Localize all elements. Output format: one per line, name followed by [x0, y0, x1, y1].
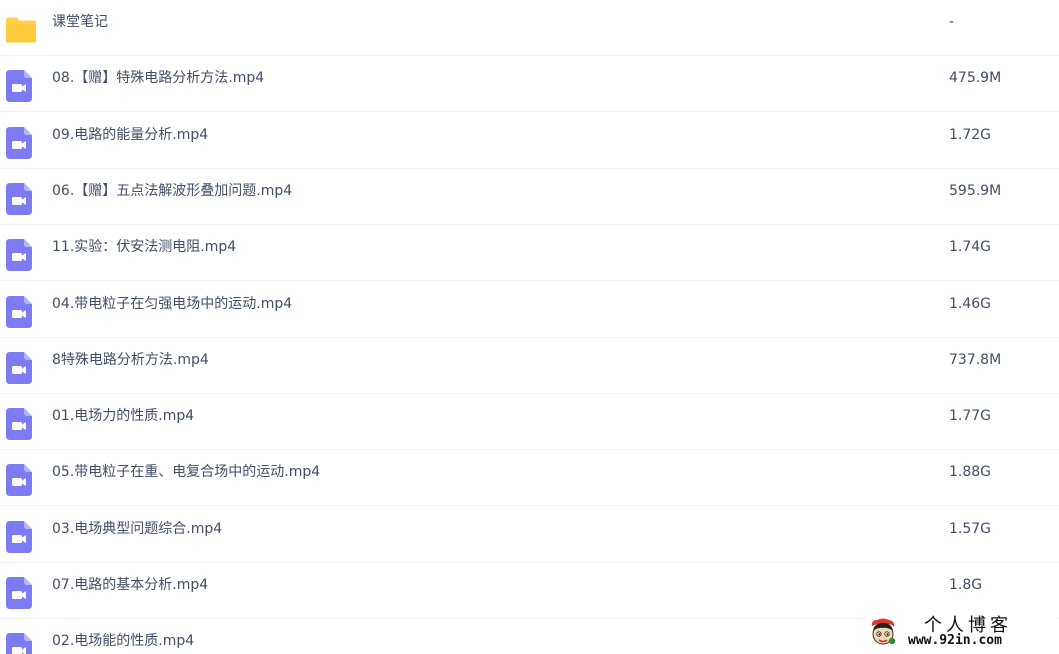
file-name: 课堂笔记	[52, 14, 108, 30]
video-file-icon	[5, 351, 37, 384]
file-size: 1.74G	[949, 239, 992, 256]
file-name: 07.电路的基本分析.mp4	[52, 577, 209, 593]
list-item-video[interactable]: 09.电路的能量分析.mp4 1.72G	[0, 113, 1059, 169]
file-size: 1.72G	[949, 126, 992, 143]
watermark-url: www.92in.com	[908, 633, 1002, 648]
list-item-video[interactable]: 8特殊电路分析方法.mp4 737.8M	[0, 338, 1059, 394]
file-name: 03.电场典型问题综合.mp4	[52, 520, 223, 537]
file-name: 06.【赠】五点法解波形叠加问题.mp4	[52, 182, 293, 199]
video-file-icon	[5, 577, 37, 609]
file-name: 8特殊电路分析方法.mp4	[52, 351, 209, 368]
video-file-icon	[5, 408, 37, 441]
video-file-icon	[5, 633, 37, 654]
video-file-icon	[5, 464, 37, 497]
list-item-video[interactable]: 03.电场典型问题综合.mp4 1.57G	[0, 507, 1059, 563]
folder-icon	[5, 14, 37, 46]
file-size: 1.8G	[949, 577, 983, 593]
file-name: 08.【赠】特殊电路分析方法.mp4	[52, 70, 265, 87]
file-size: 1.46G	[949, 295, 992, 312]
list-item-video[interactable]: 04.带电粒子在匀强电场中的运动.mp4 1.46G	[0, 282, 1059, 338]
file-name: 04.带电粒子在匀强电场中的运动.mp4	[52, 295, 293, 312]
file-size: -	[949, 14, 955, 30]
list-item-video[interactable]: 05.带电粒子在重、电复合场中的运动.mp4 1.88G	[0, 450, 1059, 507]
list-item-video[interactable]: 11.实验：伏安法测电阻.mp4 1.74G	[0, 225, 1059, 282]
file-list: 课堂笔记 - 08.【赠】特殊电路分析方法.mp4 475.9M 09.电路的能…	[0, 0, 1059, 654]
file-size: 1.57G	[949, 520, 992, 537]
list-item-video[interactable]: 08.【赠】特殊电路分析方法.mp4 475.9M	[0, 56, 1059, 113]
video-file-icon	[5, 520, 37, 553]
cartoon-mascot-icon	[868, 617, 898, 647]
video-file-icon	[5, 70, 37, 103]
video-file-icon	[5, 126, 37, 159]
list-item-folder[interactable]: 课堂笔记 -	[0, 0, 1059, 56]
file-size: 595.9M	[949, 182, 1002, 199]
video-file-icon	[5, 239, 37, 272]
blog-watermark: 个人博客 www.92in.com	[866, 609, 1056, 653]
file-name: 01.电场力的性质.mp4	[52, 408, 195, 425]
file-name: 02.电场能的性质.mp4	[52, 633, 195, 650]
file-name: 11.实验：伏安法测电阻.mp4	[52, 239, 237, 256]
file-size: 1.77G	[949, 408, 992, 425]
list-item-video[interactable]: 06.【赠】五点法解波形叠加问题.mp4 595.9M	[0, 169, 1059, 225]
file-name: 05.带电粒子在重、电复合场中的运动.mp4	[52, 464, 321, 481]
video-file-icon	[5, 182, 37, 215]
file-size: 475.9M	[949, 70, 1002, 87]
file-name: 09.电路的能量分析.mp4	[52, 126, 209, 143]
file-size: 1.88G	[949, 464, 992, 481]
list-item-video[interactable]: 01.电场力的性质.mp4 1.77G	[0, 394, 1059, 451]
file-size: 737.8M	[949, 351, 1002, 368]
video-file-icon	[5, 295, 37, 328]
